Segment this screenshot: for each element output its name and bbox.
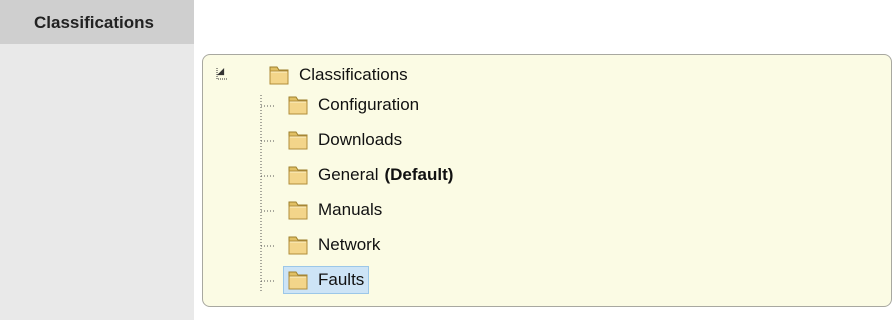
tree-node-faults[interactable]: Faults	[283, 266, 370, 294]
tree-node-label: Network	[318, 235, 381, 254]
tree-node-downloads[interactable]: Downloads	[283, 126, 407, 154]
tree-node-label: Classifications	[299, 65, 408, 84]
tree-node-label: General	[318, 165, 379, 184]
folder-icon	[288, 131, 308, 150]
folder-icon	[288, 96, 308, 115]
tree-node-content[interactable]: Manuals	[283, 196, 387, 224]
folder-icon	[288, 236, 308, 255]
tree-root-classifications[interactable]: Classifications	[267, 61, 408, 89]
tree-node-general[interactable]: General (Default)	[283, 161, 458, 189]
classifications-form: Classifications Classifications Configur…	[0, 0, 895, 320]
folder-icon	[269, 66, 289, 85]
tree-node-content[interactable]: Configuration	[283, 91, 424, 119]
tree-node-content[interactable]: Faults	[283, 266, 370, 294]
tree-node-label: Configuration	[318, 95, 420, 114]
field-label-column	[0, 0, 194, 320]
default-marker: (Default)	[384, 165, 454, 184]
classification-tree: Classifications Configuration Downloads Ge…	[202, 54, 892, 307]
field-label: Classifications	[0, 0, 194, 44]
folder-icon	[288, 201, 308, 220]
tree-node-network[interactable]: Network	[283, 231, 385, 259]
tree-node-content[interactable]: General (Default)	[283, 161, 458, 189]
tree-node-content[interactable]: Network	[283, 231, 385, 259]
tree-node-content[interactable]: Downloads	[283, 126, 407, 154]
tree-node-label: Faults	[318, 270, 365, 289]
tree-node-configuration[interactable]: Configuration	[283, 91, 424, 119]
tree-node-manuals[interactable]: Manuals	[283, 196, 387, 224]
folder-icon	[288, 271, 308, 290]
folder-icon	[288, 166, 308, 185]
tree-node-label: Manuals	[318, 200, 383, 219]
tree-node-label: Downloads	[318, 130, 403, 149]
collapse-tree-icon[interactable]	[215, 65, 231, 81]
